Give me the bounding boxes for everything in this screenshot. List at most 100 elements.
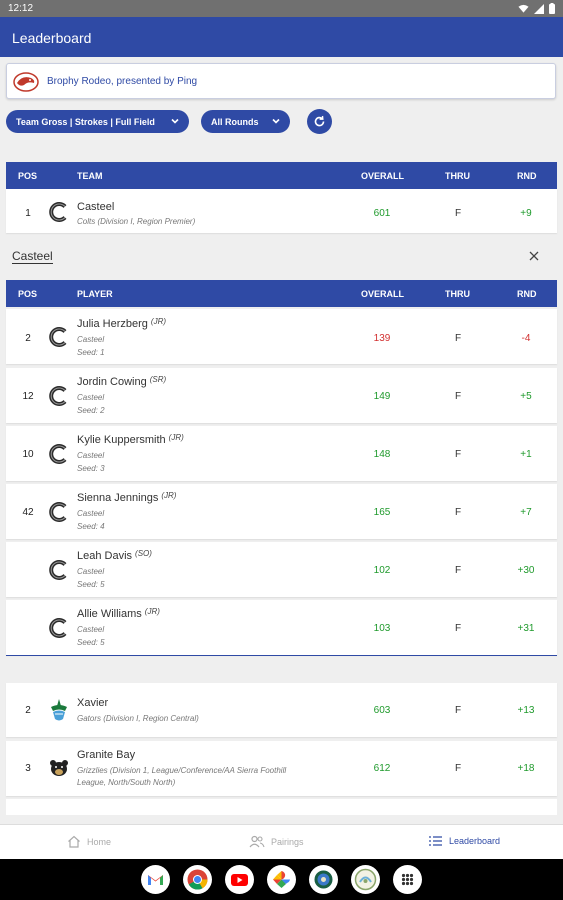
player-rnd: +1 <box>520 449 532 460</box>
team-name: Granite Bay <box>77 749 136 761</box>
player-overall: 149 <box>373 391 391 402</box>
player-row[interactable]: 10 Kylie Kuppersmith (JR) Casteel Seed: 3… <box>6 426 557 481</box>
player-pos: 12 <box>22 391 34 402</box>
team-row[interactable]: 3 Granite Bay Grizzlies (Division 1, Lea… <box>6 741 557 796</box>
player-team: Casteel <box>77 625 105 634</box>
nav-home-label: Home <box>87 836 112 847</box>
team-pos: 2 <box>25 705 31 716</box>
team-overall: 603 <box>373 705 391 716</box>
team-table-header: POS TEAM OVERALL THRU RND <box>6 162 557 189</box>
status-icons <box>518 3 555 14</box>
close-icon[interactable] <box>528 250 540 262</box>
player-row[interactable]: Allie Williams (JR) Casteel Seed: 5 103 F… <box>6 600 557 655</box>
photos-icon[interactable] <box>267 865 296 894</box>
team-name: Casteel <box>77 201 115 213</box>
scoring-filter-dropdown[interactable]: Team Gross | Strokes | Full Field <box>6 110 189 133</box>
battery-icon <box>549 3 555 14</box>
player-name: Jordin Cowing <box>77 376 147 388</box>
wifi-icon <box>518 4 529 13</box>
player-thru: F <box>454 507 462 518</box>
player-rnd: +7 <box>520 507 532 518</box>
col-player: PLAYER <box>77 289 113 299</box>
player-team: Casteel <box>77 393 105 402</box>
col-thru: THRU <box>445 289 470 299</box>
team-rnd: +9 <box>520 208 532 219</box>
nav-home[interactable]: Home <box>67 835 111 848</box>
nav-pairings[interactable]: Pairings <box>249 835 304 848</box>
player-grade: (SO) <box>135 549 152 558</box>
list-icon <box>429 836 442 846</box>
player-team: Casteel <box>77 335 105 344</box>
player-overall: 139 <box>373 333 391 344</box>
col-thru: THRU <box>445 171 470 181</box>
rounds-filter-dropdown[interactable]: All Rounds <box>201 110 290 133</box>
player-grade: (SR) <box>149 375 167 384</box>
player-thru: F <box>454 623 462 634</box>
col-pos: POS <box>18 171 38 181</box>
team-overall: 601 <box>373 208 391 219</box>
player-pos: 2 <box>25 333 31 344</box>
status-bar: 12:12 <box>0 0 563 17</box>
player-row[interactable]: 2 Julia Herzberg (JR) Casteel Seed: 1 139… <box>6 309 557 364</box>
player-pos: 42 <box>22 507 34 518</box>
col-pos: POS <box>18 289 38 299</box>
people-icon <box>249 835 265 848</box>
casteel-logo-icon <box>49 502 67 522</box>
player-team: Casteel <box>77 451 105 460</box>
team-thru: F <box>454 705 462 716</box>
player-grade: (JR) <box>144 607 160 616</box>
casteel-logo-icon <box>49 618 67 638</box>
chrome-icon[interactable] <box>183 865 212 894</box>
expanded-team-title: Casteel <box>12 249 53 264</box>
app-icon-2[interactable] <box>351 865 380 894</box>
nav-pairings-label: Pairings <box>271 836 304 847</box>
team-rnd: +18 <box>517 763 535 774</box>
team-overall: 612 <box>373 763 391 774</box>
granite-bay-grizzly-logo-icon <box>50 760 68 776</box>
player-name: Allie Williams <box>77 608 142 620</box>
event-name: Brophy Rodeo, presented by Ping <box>47 76 198 87</box>
casteel-logo-icon <box>49 444 67 464</box>
gmail-icon[interactable] <box>141 865 170 894</box>
player-name: Julia Herzberg <box>77 318 148 330</box>
player-row[interactable]: 12 Jordin Cowing (SR) Casteel Seed: 2 149… <box>6 368 557 423</box>
player-row[interactable]: 42 Sienna Jennings (JR) Casteel Seed: 4 1… <box>6 484 557 539</box>
team-row-selected[interactable]: 1 Casteel Colts (Division I, Region Prem… <box>6 189 557 233</box>
android-dock <box>0 859 563 900</box>
col-overall: OVERALL <box>361 289 405 299</box>
player-seed: Seed: 3 <box>77 464 105 473</box>
player-row[interactable]: Leah Davis (SO) Casteel Seed: 5 102 F +30 <box>6 542 557 597</box>
player-name: Sienna Jennings <box>77 492 159 504</box>
team-thru: F <box>454 763 462 774</box>
apps-grid-icon[interactable] <box>393 865 422 894</box>
player-name: Kylie Kuppersmith <box>77 434 166 446</box>
refresh-button[interactable] <box>307 109 332 134</box>
player-overall: 165 <box>373 507 391 518</box>
team-rnd: +13 <box>517 705 535 716</box>
player-seed: Seed: 5 <box>77 638 105 647</box>
event-logo-icon <box>13 72 39 92</box>
app-icon-1[interactable] <box>309 865 338 894</box>
player-seed: Seed: 2 <box>77 406 105 415</box>
player-thru: F <box>454 449 462 460</box>
casteel-logo-icon <box>49 327 67 347</box>
nav-leaderboard[interactable]: Leaderboard <box>428 835 500 847</box>
team-row[interactable]: 2 Xavier Gators (Division I, Region Cent… <box>6 683 557 737</box>
player-seed: Seed: 5 <box>77 580 105 589</box>
player-grade: (JR) <box>150 317 167 326</box>
player-thru: F <box>454 333 462 344</box>
event-card[interactable]: Brophy Rodeo, presented by Ping <box>6 63 556 99</box>
player-rnd: +30 <box>517 565 535 576</box>
player-overall: 103 <box>373 623 391 634</box>
xavier-gator-logo-icon <box>51 699 67 721</box>
team-pos: 3 <box>25 763 31 774</box>
team-row-partial[interactable] <box>6 799 557 815</box>
player-thru: F <box>454 565 462 576</box>
team-division-cont: League, North/South North) <box>77 778 176 787</box>
player-grade: (JR) <box>168 433 184 442</box>
player-grade: (JR) <box>161 491 177 500</box>
player-overall: 148 <box>373 449 391 460</box>
col-rnd: RND <box>517 289 537 299</box>
home-icon <box>68 835 80 848</box>
youtube-icon[interactable] <box>225 865 254 894</box>
